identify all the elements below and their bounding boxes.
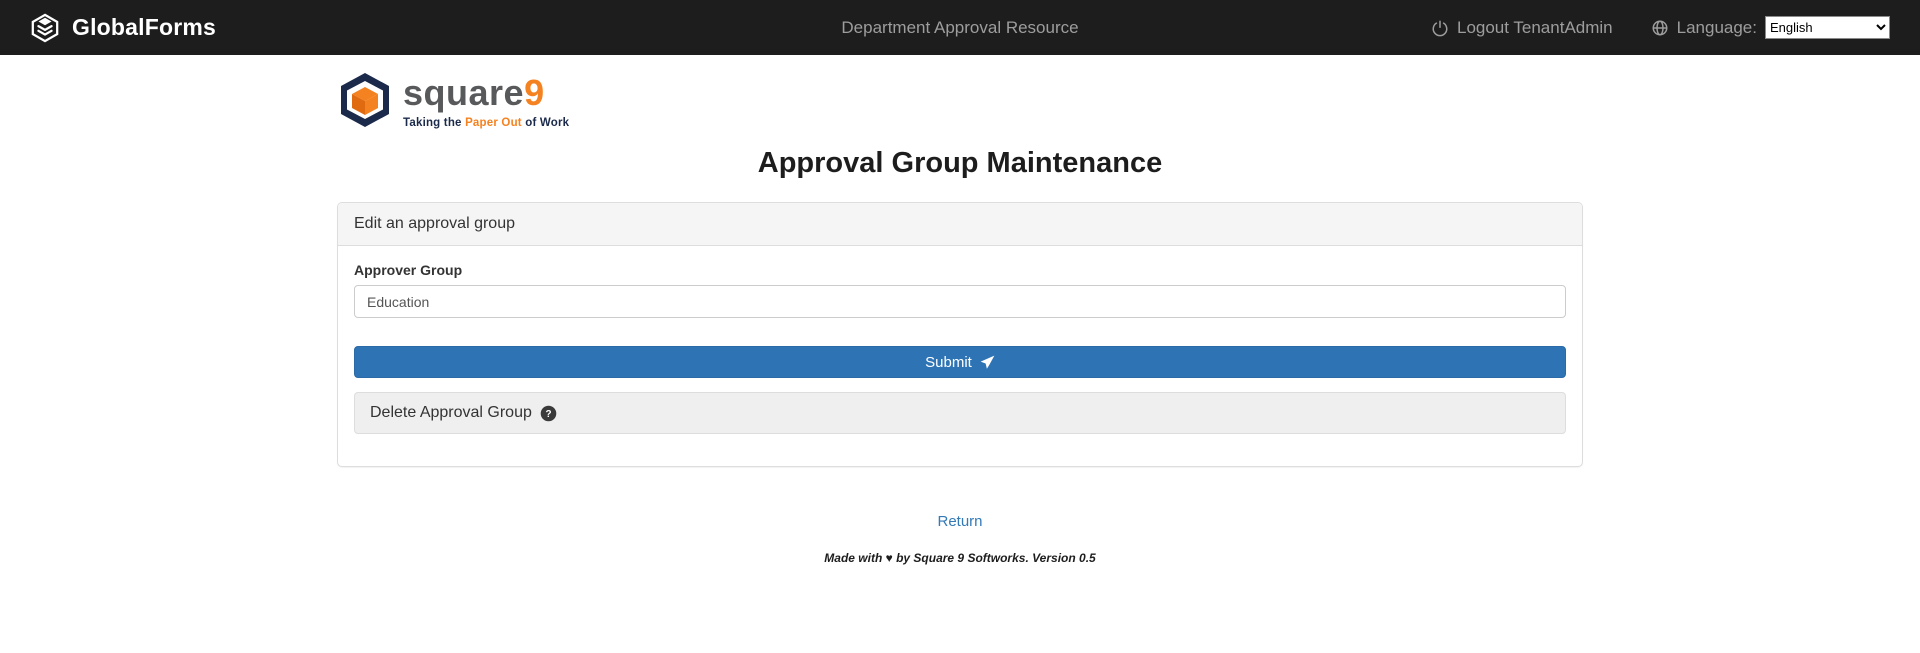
main-container: square9 Taking the Paper Out of Work App…: [337, 55, 1583, 605]
language-group: Language: English: [1651, 16, 1890, 39]
tagline-part2: Paper Out: [465, 117, 522, 129]
panel-body: Approver Group Submit Delete Approval Gr…: [338, 246, 1582, 466]
square9-word: square: [403, 72, 524, 113]
approver-group-label: Approver Group: [354, 262, 1566, 278]
page-title: Approval Group Maintenance: [337, 147, 1583, 180]
square9-logo: square9 Taking the Paper Out of Work: [337, 55, 1583, 129]
submit-label: Submit: [925, 354, 972, 371]
panel-header: Edit an approval group: [338, 203, 1582, 246]
edit-approval-group-panel: Edit an approval group Approver Group Su…: [337, 202, 1583, 467]
tagline-part3: of Work: [522, 117, 569, 129]
question-circle-icon: ?: [540, 405, 557, 422]
paper-plane-icon: [980, 355, 995, 370]
submit-button[interactable]: Submit: [354, 346, 1566, 378]
return-link[interactable]: Return: [937, 513, 982, 530]
delete-panel-title: Delete Approval Group: [370, 404, 532, 422]
square9-tagline: Taking the Paper Out of Work: [403, 117, 569, 129]
delete-approval-group-header[interactable]: Delete Approval Group ?: [354, 392, 1566, 434]
navbar-right-group: Logout TenantAdmin Language: English: [1431, 16, 1890, 39]
globalforms-logo-icon: [30, 13, 60, 43]
language-label: Language:: [1677, 18, 1757, 38]
approver-group-input[interactable]: [354, 285, 1566, 318]
navbar-page-title: Department Approval Resource: [841, 18, 1078, 38]
globalforms-brand[interactable]: GlobalForms: [30, 13, 216, 43]
top-navbar: GlobalForms Department Approval Resource…: [0, 0, 1920, 55]
return-link-wrap: Return: [337, 513, 1583, 531]
svg-text:?: ?: [545, 409, 551, 420]
power-icon: [1431, 19, 1449, 37]
logout-link[interactable]: Logout TenantAdmin: [1431, 18, 1613, 38]
square9-digit: 9: [524, 72, 545, 113]
brand-name: GlobalForms: [72, 14, 216, 41]
footer-note: Made with ♥ by Square 9 Softworks. Versi…: [337, 551, 1583, 605]
square9-logo-icon: [337, 71, 393, 129]
language-select[interactable]: English: [1765, 16, 1890, 39]
tagline-part1: Taking the: [403, 117, 465, 129]
globe-icon: [1651, 19, 1669, 37]
square9-wordmark: square9 Taking the Paper Out of Work: [403, 75, 569, 129]
logout-label: Logout TenantAdmin: [1457, 18, 1613, 38]
